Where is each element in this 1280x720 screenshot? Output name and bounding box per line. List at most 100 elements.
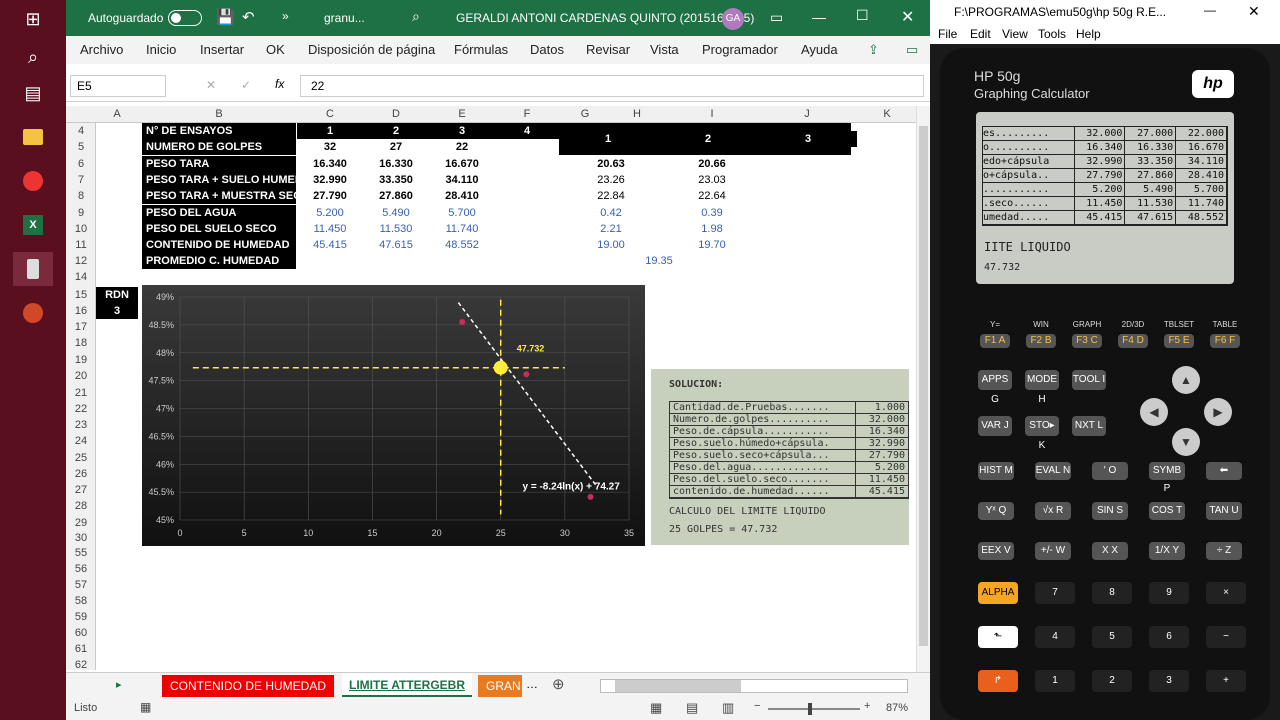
row-header[interactable]: 4: [66, 125, 96, 137]
tab-ayuda[interactable]: Ayuda: [801, 42, 838, 57]
fkey-2[interactable]: F2 B: [1026, 334, 1056, 348]
minimize-icon[interactable]: —: [812, 9, 826, 25]
cell-r10-i[interactable]: 1.98: [663, 221, 761, 237]
cell-r7-label[interactable]: PESO TARA + SUELO HUMEDO: [142, 172, 311, 188]
cell-r10-e[interactable]: 11.740: [429, 221, 495, 237]
cell-r8-c[interactable]: 27.790: [297, 188, 363, 204]
row-header[interactable]: 23: [66, 419, 96, 431]
cell-r10-label[interactable]: PESO DEL SUELO SECO: [142, 221, 296, 237]
maximize-icon[interactable]: ☐: [856, 7, 869, 24]
key-row5-0[interactable]: Yˣ Q: [978, 502, 1014, 520]
autosave-toggle[interactable]: [168, 10, 202, 26]
col-d[interactable]: D: [363, 108, 429, 120]
cell-r8-g[interactable]: 22.84: [559, 188, 663, 204]
key-row9-0[interactable]: ↱: [978, 670, 1018, 692]
row-header[interactable]: 10: [66, 223, 96, 235]
cell-r8-e[interactable]: 28.410: [429, 188, 495, 204]
name-box[interactable]: E5: [70, 75, 166, 97]
cell-r5-d[interactable]: 27: [363, 139, 429, 155]
row-header[interactable]: 14: [66, 271, 96, 283]
fx-icon[interactable]: fx: [275, 77, 284, 91]
key-row3-0[interactable]: VAR J: [978, 416, 1012, 436]
arrow-key-icon[interactable]: ▲: [1172, 366, 1200, 394]
col-e[interactable]: E: [429, 108, 495, 120]
tab-archivo[interactable]: Archivo: [80, 42, 123, 57]
vertical-scrollbar[interactable]: [916, 106, 930, 672]
key-row9-1[interactable]: 1: [1035, 670, 1075, 692]
key-row4-1[interactable]: EVAL N: [1035, 462, 1071, 480]
cell-r11-d[interactable]: 47.615: [363, 237, 429, 253]
solucion-image[interactable]: SOLUCION: Cantidad.de.Pruebas....... 1.00…: [651, 369, 909, 545]
row-header[interactable]: 60: [66, 627, 96, 639]
tab-datos[interactable]: Datos: [530, 42, 564, 57]
cell-r4-d[interactable]: 2: [363, 123, 429, 139]
cell-r5-label[interactable]: NUMERO DE GOLPES: [142, 139, 296, 155]
save-icon[interactable]: 💾: [216, 8, 235, 26]
cell-r4-c[interactable]: 1: [297, 123, 363, 139]
cell-r7-d[interactable]: 33.350: [363, 172, 429, 188]
cell-r6-label[interactable]: PESO TARA: [142, 156, 296, 172]
scroll-tabs-icon[interactable]: ▸: [116, 678, 122, 691]
key-row5-2[interactable]: SIN S: [1092, 502, 1128, 520]
row-header[interactable]: 25: [66, 452, 96, 464]
horizontal-scrollbar[interactable]: [600, 679, 908, 693]
row-header[interactable]: 11: [66, 239, 96, 251]
tab-gran[interactable]: GRAN: [478, 675, 522, 697]
key-row7-0[interactable]: ALPHA: [978, 582, 1018, 604]
row-header[interactable]: 30: [66, 532, 96, 544]
col-f[interactable]: F: [495, 108, 559, 120]
arrow-key-icon[interactable]: ▼: [1172, 428, 1200, 456]
add-sheet-icon[interactable]: ⊕: [552, 675, 565, 693]
cell-r11-c[interactable]: 45.415: [297, 237, 363, 253]
row-header[interactable]: 9: [66, 207, 96, 219]
row-header[interactable]: 15: [66, 289, 96, 301]
key-row6-2[interactable]: X X: [1092, 542, 1128, 560]
tab-formulas[interactable]: Fórmulas: [454, 42, 508, 57]
col-h[interactable]: H: [611, 108, 663, 120]
cell-r8-label[interactable]: PESO TARA + MUESTRA SECA: [142, 188, 309, 204]
key-row3-2[interactable]: NXT L: [1072, 416, 1106, 436]
col-g[interactable]: G: [559, 108, 611, 120]
arrow-key-icon[interactable]: ◀: [1140, 398, 1168, 426]
undo-icon[interactable]: ↶: [242, 8, 255, 26]
row-header[interactable]: 57: [66, 579, 96, 591]
fkey-1[interactable]: F1 A: [980, 334, 1010, 348]
cell-r9-i[interactable]: 0.39: [663, 205, 761, 221]
col-i[interactable]: I: [663, 108, 761, 120]
avatar[interactable]: GA: [722, 8, 744, 30]
zoom-level[interactable]: 87%: [886, 702, 908, 714]
cell-r9-d[interactable]: 5.490: [363, 205, 429, 221]
formula-input[interactable]: 22: [300, 75, 924, 97]
cell-r12-label[interactable]: PROMEDIO C. HUMEDAD: [142, 253, 296, 269]
row-header[interactable]: 17: [66, 321, 96, 333]
menu-view[interactable]: View: [1002, 27, 1028, 41]
cell-r9-e[interactable]: 5.700: [429, 205, 495, 221]
file-explorer-icon[interactable]: [18, 122, 48, 152]
row-header[interactable]: 27: [66, 484, 96, 496]
row-header[interactable]: 8: [66, 190, 96, 202]
row-header[interactable]: 22: [66, 403, 96, 415]
cell-r11-g[interactable]: 19.00: [559, 237, 663, 253]
row-header[interactable]: 55: [66, 547, 96, 559]
menu-help[interactable]: Help: [1076, 27, 1101, 41]
tab-ok[interactable]: OK: [266, 42, 285, 57]
key-row9-4[interactable]: +: [1206, 670, 1246, 692]
cell-r11-label[interactable]: CONTENIDO DE HUMEDAD: [142, 237, 296, 253]
row-header[interactable]: 61: [66, 643, 96, 655]
cell-r7-g[interactable]: 23.26: [559, 172, 663, 188]
cell-r10-g[interactable]: 2.21: [559, 221, 663, 237]
cell-r4-label[interactable]: N° DE ENSAYOS: [142, 123, 296, 139]
cell-r7-c[interactable]: 32.990: [297, 172, 363, 188]
cell-r6-c[interactable]: 16.340: [297, 156, 363, 172]
share-icon[interactable]: ⇪: [868, 42, 879, 58]
key-row8-2[interactable]: 5: [1092, 626, 1132, 648]
row-header[interactable]: 58: [66, 595, 96, 607]
row-header[interactable]: 62: [66, 659, 96, 671]
header-col-2[interactable]: 2: [659, 131, 757, 147]
comments-icon[interactable]: ▭: [906, 42, 918, 58]
cell-r6-d[interactable]: 16.330: [363, 156, 429, 172]
cell-r10-c[interactable]: 11.450: [297, 221, 363, 237]
key-row2-0[interactable]: APPS G: [978, 370, 1012, 405]
key-row7-4[interactable]: ×: [1206, 582, 1246, 604]
row-header[interactable]: 59: [66, 611, 96, 623]
